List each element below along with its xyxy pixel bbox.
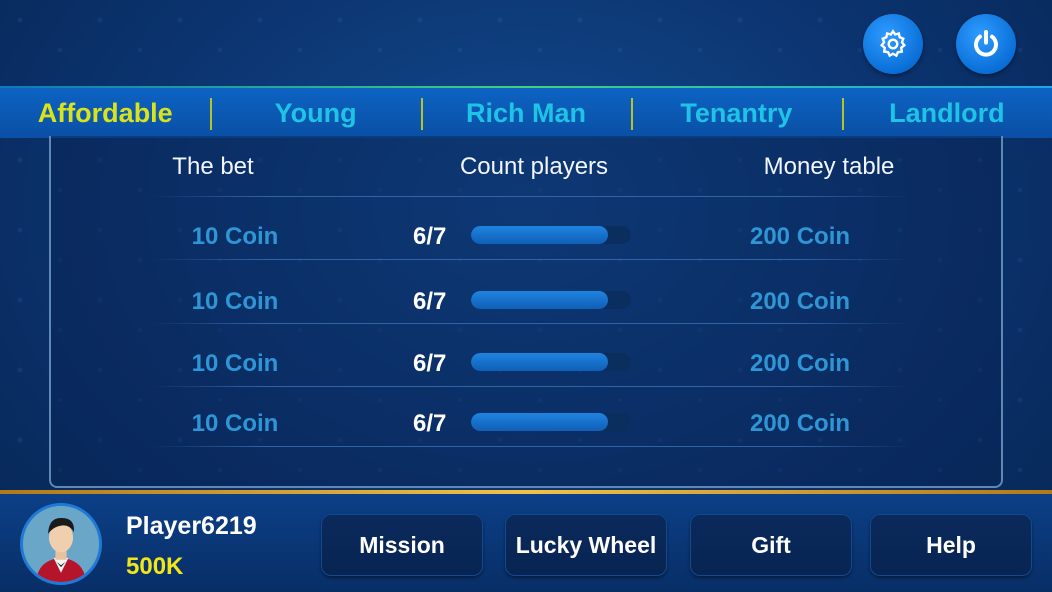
player-count: 6/7 [413, 350, 447, 377]
player-count-bar-fill [471, 353, 609, 371]
tab-affordable[interactable]: Affordable [0, 88, 210, 138]
gear-icon [879, 29, 907, 58]
bet-value: 10 Coin [191, 410, 279, 437]
row-divider [150, 259, 910, 260]
bet-value: 10 Coin [191, 288, 279, 315]
player-count-bar-fill [471, 291, 609, 309]
bet-value: 10 Coin [191, 223, 279, 250]
player-coins: 500K [126, 553, 184, 580]
player-count-bar-fill [471, 226, 609, 244]
tab-landlord[interactable]: Landlord [841, 88, 1052, 138]
player-count: 6/7 [413, 410, 447, 437]
row-divider [150, 323, 910, 324]
lucky-wheel-button[interactable]: Lucky Wheel [505, 514, 667, 576]
avatar-portrait [23, 506, 99, 582]
column-header-money-table: Money table [763, 153, 895, 180]
player-name: Player6219 [126, 512, 257, 540]
player-count-bar [471, 291, 631, 309]
player-avatar[interactable] [20, 503, 102, 585]
gift-button[interactable]: Gift [690, 514, 852, 576]
money-table-value: 200 Coin [749, 350, 851, 377]
settings-button[interactable] [863, 14, 923, 74]
money-table-value: 200 Coin [749, 288, 851, 315]
power-icon [974, 30, 998, 57]
money-table-value: 200 Coin [749, 410, 851, 437]
player-count-bar [471, 353, 631, 371]
bet-value: 10 Coin [191, 350, 279, 377]
power-button[interactable] [956, 14, 1016, 74]
row-divider [150, 386, 910, 387]
column-header-bet: The bet [172, 153, 254, 180]
player-count-bar [471, 226, 631, 244]
money-table-value: 200 Coin [749, 223, 851, 250]
player-count-bar [471, 413, 631, 431]
tab-rich-man[interactable]: Rich Man [420, 88, 631, 138]
help-button[interactable]: Help [870, 514, 1032, 576]
player-count: 6/7 [413, 223, 447, 250]
tab-bar: Affordable Young Rich Man Tenantry Landl… [0, 86, 1052, 138]
mission-button[interactable]: Mission [321, 514, 483, 576]
row-divider [150, 446, 910, 447]
row-divider [150, 196, 910, 197]
column-header-count-players: Count players [459, 153, 609, 180]
player-count-bar-fill [471, 413, 609, 431]
tab-young[interactable]: Young [210, 88, 420, 138]
player-count: 6/7 [413, 288, 447, 315]
tab-tenantry[interactable]: Tenantry [631, 88, 841, 138]
